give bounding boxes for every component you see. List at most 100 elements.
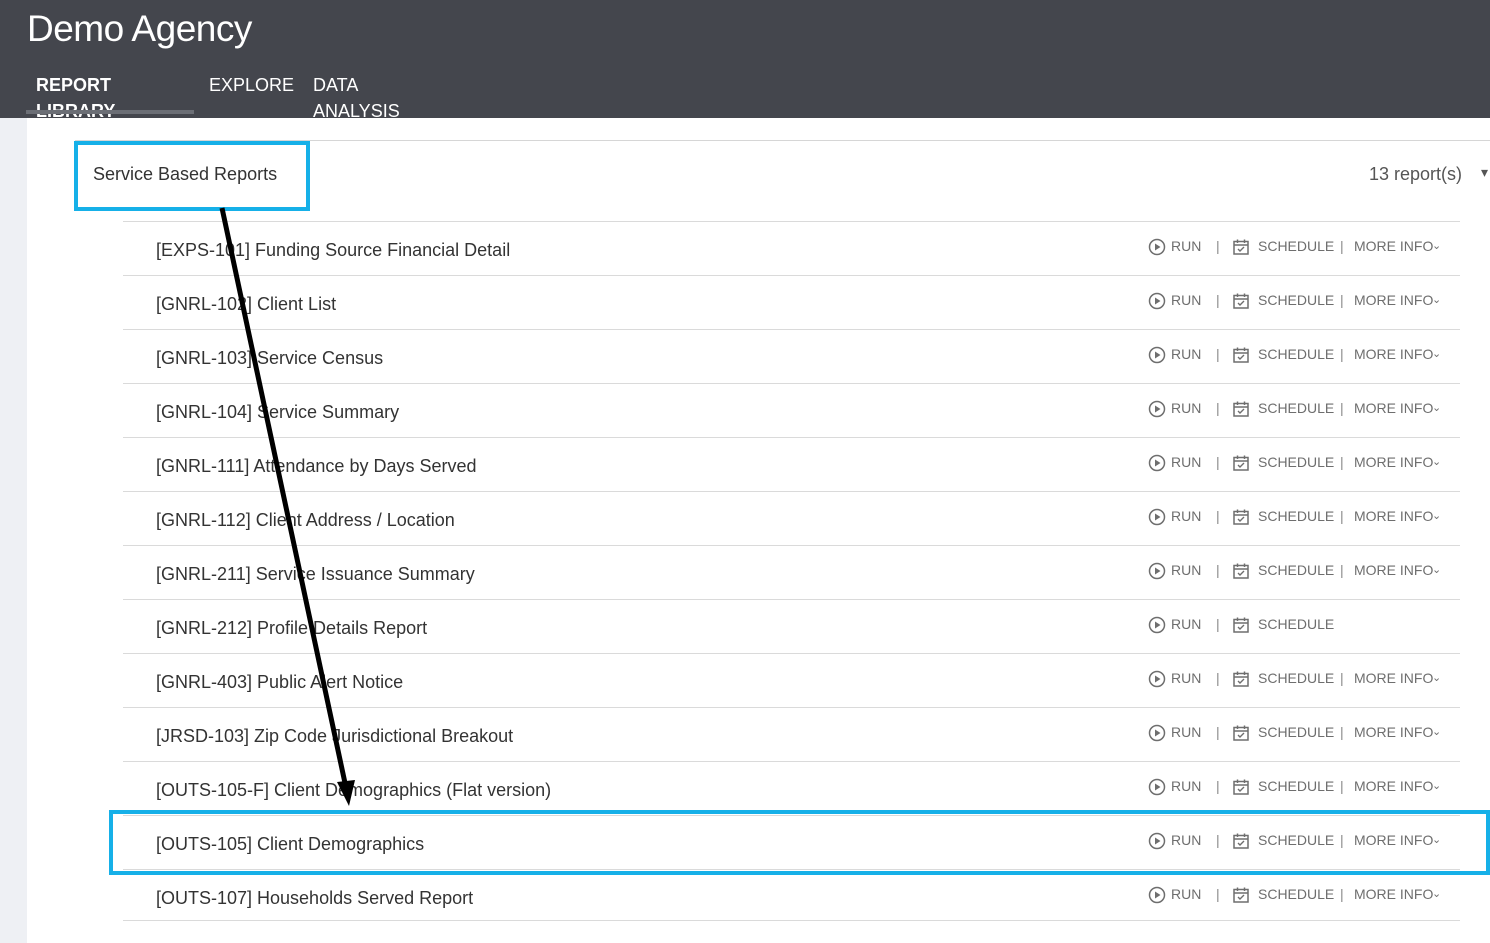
more-info-button[interactable]: MORE INFO xyxy=(1354,560,1433,580)
report-name[interactable]: [JRSD-103] Zip Code Jurisdictional Break… xyxy=(156,726,513,747)
chevron-down-icon[interactable]: ⌄ xyxy=(1432,722,1441,742)
report-row[interactable]: [OUTS-107] Households Served Report RUN | S… xyxy=(123,869,1460,924)
tab-explore[interactable]: EXPLORE xyxy=(209,72,294,112)
report-name[interactable]: [GNRL-104] Service Summary xyxy=(156,402,399,423)
report-row[interactable]: [EXPS-101] Funding Source Financial Deta… xyxy=(123,221,1460,276)
report-name[interactable]: [OUTS-105-F] Client Demographics (Flat v… xyxy=(156,780,551,801)
chevron-down-icon[interactable]: ⌄ xyxy=(1432,884,1441,904)
more-info-button[interactable]: MORE INFO xyxy=(1354,884,1433,904)
schedule-button[interactable]: SCHEDULE xyxy=(1258,614,1334,634)
run-button[interactable]: RUN xyxy=(1171,236,1201,256)
report-row[interactable]: [GNRL-102] Client List RUN | SCHEDULE | MORE … xyxy=(123,275,1460,330)
chevron-down-icon[interactable]: ▾ xyxy=(1481,164,1488,181)
chevron-down-icon[interactable]: ⌄ xyxy=(1432,236,1441,256)
play-circle-icon[interactable] xyxy=(1148,508,1166,529)
report-row[interactable]: [OUTS-105-F] Client Demographics (Flat v… xyxy=(123,761,1460,816)
report-name[interactable]: [GNRL-212] Profile Details Report xyxy=(156,618,427,639)
separator: | xyxy=(1340,400,1344,416)
play-circle-icon[interactable] xyxy=(1148,886,1166,907)
report-name[interactable]: [EXPS-101] Funding Source Financial Deta… xyxy=(156,240,510,261)
chevron-down-icon[interactable]: ⌄ xyxy=(1432,668,1441,688)
report-name[interactable]: [GNRL-102] Client List xyxy=(156,294,336,315)
report-row[interactable]: [GNRL-212] Profile Details Report RUN | SCH… xyxy=(123,599,1460,654)
play-circle-icon[interactable] xyxy=(1148,670,1166,691)
calendar-icon[interactable] xyxy=(1232,292,1250,313)
calendar-icon[interactable] xyxy=(1232,400,1250,421)
report-name[interactable]: [GNRL-111] Attendance by Days Served xyxy=(156,456,477,477)
more-info-button[interactable]: MORE INFO xyxy=(1354,668,1433,688)
run-button[interactable]: RUN xyxy=(1171,398,1201,418)
calendar-icon[interactable] xyxy=(1232,238,1250,259)
schedule-button[interactable]: SCHEDULE xyxy=(1258,290,1334,310)
schedule-button[interactable]: SCHEDULE xyxy=(1258,344,1334,364)
schedule-button[interactable]: SCHEDULE xyxy=(1258,236,1334,256)
run-button[interactable]: RUN xyxy=(1171,776,1201,796)
chevron-down-icon[interactable]: ⌄ xyxy=(1432,290,1441,310)
report-row[interactable]: [GNRL-403] Public Alert Notice RUN | SCHEDU… xyxy=(123,653,1460,708)
calendar-icon[interactable] xyxy=(1232,670,1250,691)
more-info-button[interactable]: MORE INFO xyxy=(1354,344,1433,364)
schedule-button[interactable]: SCHEDULE xyxy=(1258,776,1334,796)
report-row[interactable]: [GNRL-111] Attendance by Days Served RUN |… xyxy=(123,437,1460,492)
chevron-down-icon[interactable]: ⌄ xyxy=(1432,776,1441,796)
chevron-down-icon[interactable]: ⌄ xyxy=(1432,560,1441,580)
calendar-icon[interactable] xyxy=(1232,616,1250,637)
calendar-icon[interactable] xyxy=(1232,724,1250,745)
chevron-down-icon[interactable]: ⌄ xyxy=(1432,452,1441,472)
play-circle-icon[interactable] xyxy=(1148,724,1166,745)
report-row[interactable]: [GNRL-103] Service Census RUN | SCHEDULE | MO… xyxy=(123,329,1460,384)
schedule-button[interactable]: SCHEDULE xyxy=(1258,884,1334,904)
play-circle-icon[interactable] xyxy=(1148,346,1166,367)
report-name[interactable]: [GNRL-211] Service Issuance Summary xyxy=(156,564,475,585)
run-button[interactable]: RUN xyxy=(1171,884,1201,904)
play-circle-icon[interactable] xyxy=(1148,778,1166,799)
report-row[interactable]: [GNRL-104] Service Summary RUN | SCHEDULE | M… xyxy=(123,383,1460,438)
run-button[interactable]: RUN xyxy=(1171,668,1201,688)
calendar-icon[interactable] xyxy=(1232,346,1250,367)
schedule-button[interactable]: SCHEDULE xyxy=(1258,506,1334,526)
more-info-button[interactable]: MORE INFO xyxy=(1354,236,1433,256)
run-button[interactable]: RUN xyxy=(1171,722,1201,742)
calendar-icon[interactable] xyxy=(1232,562,1250,583)
calendar-icon[interactable] xyxy=(1232,886,1250,907)
run-button[interactable]: RUN xyxy=(1171,560,1201,580)
more-info-button[interactable]: MORE INFO xyxy=(1354,452,1433,472)
separator: | xyxy=(1216,724,1220,740)
run-button[interactable]: RUN xyxy=(1171,344,1201,364)
chevron-down-icon[interactable]: ⌄ xyxy=(1432,398,1441,418)
calendar-icon[interactable] xyxy=(1232,778,1250,799)
report-row[interactable]: [GNRL-112] Client Address / Location RUN |… xyxy=(123,491,1460,546)
play-circle-icon[interactable] xyxy=(1148,562,1166,583)
play-circle-icon[interactable] xyxy=(1148,238,1166,259)
more-info-button[interactable]: MORE INFO xyxy=(1354,506,1433,526)
schedule-button[interactable]: SCHEDULE xyxy=(1258,668,1334,688)
run-button[interactable]: RUN xyxy=(1171,452,1201,472)
tab-report-library[interactable]: REPORT LIBRARY xyxy=(36,72,115,121)
more-info-button[interactable]: MORE INFO xyxy=(1354,722,1433,742)
report-row[interactable]: [GNRL-211] Service Issuance Summary RUN | S… xyxy=(123,545,1460,600)
report-row[interactable]: [JRSD-103] Zip Code Jurisdictional Break… xyxy=(123,707,1460,762)
play-circle-icon[interactable] xyxy=(1148,292,1166,313)
tab-data-analysis[interactable]: DATA ANALYSIS xyxy=(313,72,400,121)
calendar-icon[interactable] xyxy=(1232,508,1250,529)
schedule-button[interactable]: SCHEDULE xyxy=(1258,560,1334,580)
report-name[interactable]: [OUTS-107] Households Served Report xyxy=(156,888,473,909)
schedule-button[interactable]: SCHEDULE xyxy=(1258,398,1334,418)
play-circle-icon[interactable] xyxy=(1148,400,1166,421)
play-circle-icon[interactable] xyxy=(1148,454,1166,475)
chevron-down-icon[interactable]: ⌄ xyxy=(1432,506,1441,526)
calendar-icon[interactable] xyxy=(1232,454,1250,475)
report-name[interactable]: [GNRL-103] Service Census xyxy=(156,348,383,369)
report-name[interactable]: [GNRL-112] Client Address / Location xyxy=(156,510,455,531)
chevron-down-icon[interactable]: ⌄ xyxy=(1432,344,1441,364)
schedule-button[interactable]: SCHEDULE xyxy=(1258,722,1334,742)
more-info-button[interactable]: MORE INFO xyxy=(1354,290,1433,310)
more-info-button[interactable]: MORE INFO xyxy=(1354,398,1433,418)
report-name[interactable]: [GNRL-403] Public Alert Notice xyxy=(156,672,403,693)
run-button[interactable]: RUN xyxy=(1171,290,1201,310)
more-info-button[interactable]: MORE INFO xyxy=(1354,776,1433,796)
run-button[interactable]: RUN xyxy=(1171,614,1201,634)
schedule-button[interactable]: SCHEDULE xyxy=(1258,452,1334,472)
run-button[interactable]: RUN xyxy=(1171,506,1201,526)
play-circle-icon[interactable] xyxy=(1148,616,1166,637)
